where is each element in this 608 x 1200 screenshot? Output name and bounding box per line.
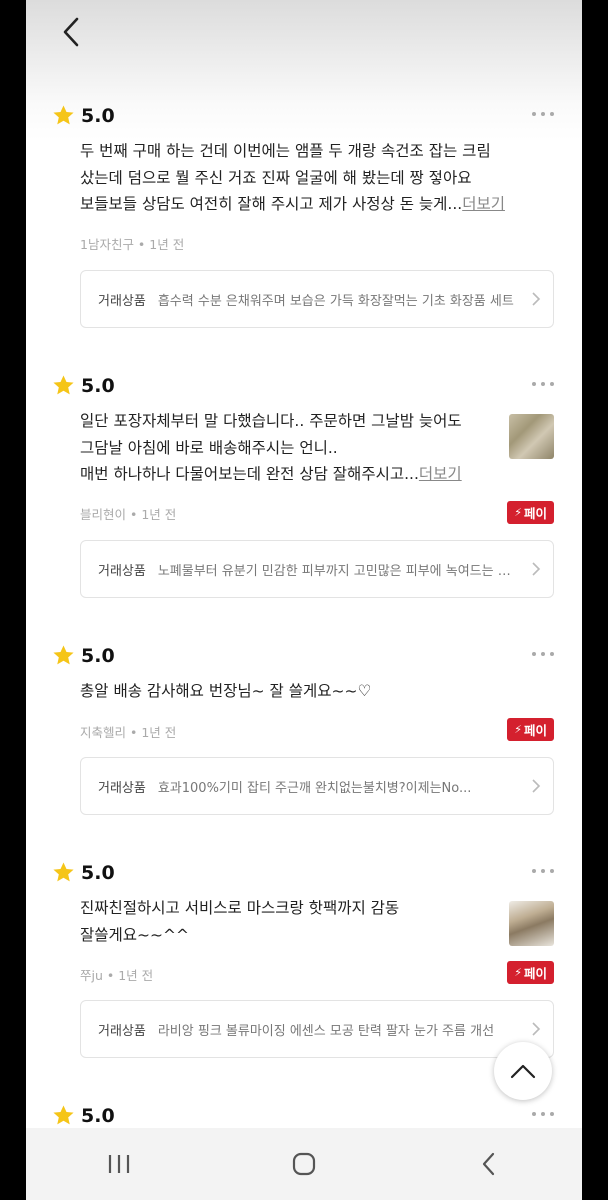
product-label: 거래상품 [98, 1023, 146, 1039]
product-label: 거래상품 [98, 293, 146, 309]
review-photo-thumbnail[interactable] [509, 901, 554, 946]
review-text: 진짜친절하시고 서비스로 마스크랑 핫팩까지 감동 잘쓸게요~~^^ [80, 899, 400, 944]
product-name: 흡수력 수분 은채워주며 보습은 가득 화장잘먹는 기초 화장품 세트 [157, 293, 514, 309]
lightning-icon: ⚡ [514, 966, 522, 979]
scroll-to-top-button[interactable] [494, 1042, 552, 1100]
star-icon [53, 862, 74, 882]
more-dots-icon[interactable] [532, 382, 554, 386]
lightning-icon: ⚡ [514, 723, 522, 736]
product-card[interactable]: 거래상품 흡수력 수분 은채워주며 보습은 가득 화장잘먹는 기초 화장품 세트 [80, 270, 554, 328]
more-dots-icon[interactable] [532, 112, 554, 116]
pay-badge: ⚡ 페이 [507, 718, 554, 741]
review-meta: 쭈ju • 1년 전 [80, 968, 154, 983]
rating: 5.0 [52, 104, 115, 127]
star-icon [53, 1105, 74, 1125]
star-icon [53, 105, 74, 125]
product-name: 라비앙 핑크 볼류마이징 에센스 모공 탄력 팔자 눈가 주름 개선 [157, 1023, 495, 1039]
review-meta: 블리현이 • 1년 전 [80, 507, 177, 522]
chevron-right-icon [532, 292, 541, 306]
see-more-link[interactable]: 더보기 [462, 195, 505, 213]
rating: 5.0 [52, 374, 115, 397]
more-dots-icon[interactable] [532, 1112, 554, 1116]
product-card[interactable]: 거래상품 라비앙 핑크 볼류마이징 에센스 모공 탄력 팔자 눈가 주름 개선 [80, 1000, 554, 1058]
rating-value: 5.0 [81, 644, 115, 667]
pay-badge: ⚡ 페이 [507, 501, 554, 524]
rating: 5.0 [52, 644, 115, 667]
star-icon [53, 375, 74, 395]
nav-back-button[interactable] [459, 1139, 519, 1189]
review-meta: 지축헬리 • 1년 전 [80, 725, 177, 740]
lightning-icon: ⚡ [514, 506, 522, 519]
chevron-left-icon [63, 17, 79, 47]
screen: 5.0 두 번째 구매 하는 건데 이번에는 앰플 두 개랑 속건조 잡는 크림… [26, 0, 582, 1200]
chevron-right-icon [532, 779, 541, 793]
product-label: 거래상품 [98, 563, 146, 579]
chevron-up-icon [510, 1064, 536, 1079]
rating-value: 5.0 [81, 374, 115, 397]
review-photo-thumbnail[interactable] [509, 414, 554, 459]
home-button[interactable] [274, 1139, 334, 1189]
review-meta: 1남자친구 • 1년 전 [80, 237, 185, 252]
rating-value: 5.0 [81, 104, 115, 127]
see-more-link[interactable]: 더보기 [419, 465, 462, 483]
product-name: 노폐물부터 유분기 민감한 피부까지 고민많은 피부에 녹여드는 세트 [157, 563, 521, 579]
more-dots-icon[interactable] [532, 652, 554, 656]
review-text: 두 번째 구매 하는 건데 이번에는 앰플 두 개랑 속건조 잡는 크림 샀는데… [80, 142, 505, 213]
product-card[interactable]: 거래상품 노폐물부터 유분기 민감한 피부까지 고민많은 피부에 녹여드는 세트 [80, 540, 554, 598]
chevron-right-icon [532, 1022, 541, 1036]
star-icon [53, 645, 74, 665]
chevron-right-icon [532, 562, 541, 576]
home-icon [292, 1152, 316, 1176]
recent-apps-button[interactable] [89, 1139, 149, 1189]
system-nav-bar [26, 1128, 582, 1200]
rating-value: 5.0 [81, 1104, 115, 1127]
pay-badge: ⚡ 페이 [507, 961, 554, 984]
rating: 5.0 [52, 861, 115, 884]
product-card[interactable]: 거래상품 효과100%기미 잡티 주근깨 완치없는불치병?이제는No... [80, 757, 554, 815]
back-icon [483, 1152, 495, 1176]
review-text: 총알 배송 감사해요 번장님~ 잘 쓸게요~~♡ [80, 682, 372, 700]
review-text: 일단 포장자체부터 말 다했습니다.. 주문하면 그날밤 늦어도 그담날 아침에… [80, 412, 462, 483]
product-name: 효과100%기미 잡티 주근깨 완치없는불치병?이제는No... [157, 780, 472, 796]
more-dots-icon[interactable] [532, 869, 554, 873]
product-label: 거래상품 [98, 780, 146, 796]
rating: 5.0 [52, 1104, 115, 1127]
recent-apps-icon [108, 1155, 129, 1173]
rating-value: 5.0 [81, 861, 115, 884]
back-button[interactable] [56, 14, 86, 50]
